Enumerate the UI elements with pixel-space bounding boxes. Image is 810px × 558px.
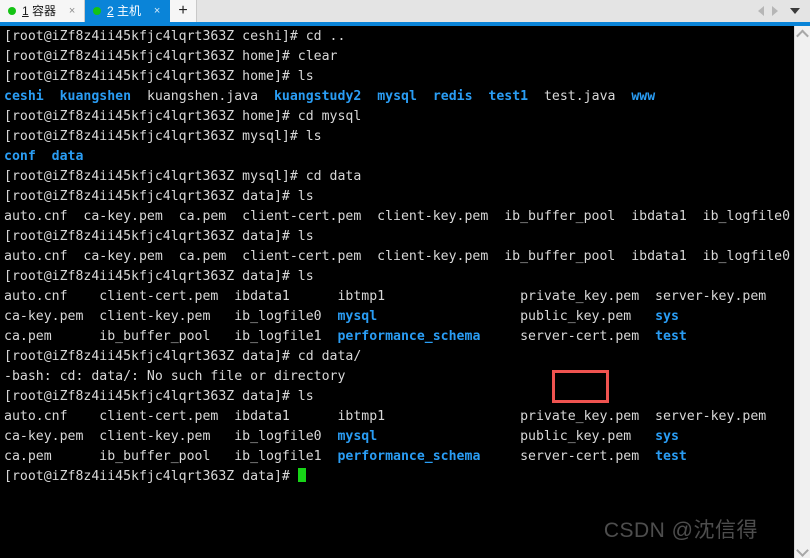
terminal-text: ca.pem ib_buffer_pool ib_logfile1 [4,329,338,344]
chevron-up-icon [796,29,809,42]
directory-entry: test1 [488,89,529,104]
tab-container[interactable]: 1 容器 × [0,0,86,22]
terminal-text: [root@iZf8z4ii45kfjc4lqrt363Z home]# cd … [4,109,362,124]
tab-label: 1 容器 [22,4,57,18]
terminal-line: auto.cnf ca-key.pem ca.pem client-cert.p… [4,247,794,267]
scroll-up-button[interactable] [795,26,810,42]
terminal-line: ca-key.pem client-key.pem ib_logfile0 my… [4,427,794,447]
terminal-line: ceshi kuangshen kuangshen.java kuangstud… [4,87,794,107]
directory-entry: test [655,449,687,464]
vertical-scrollbar[interactable] [794,26,810,558]
directory-entry: mysql [337,429,378,444]
directory-entry: kuangstudy2 [273,89,362,104]
terminal-text: [root@iZf8z4ii45kfjc4lqrt363Z home]# cle… [4,49,338,64]
terminal-text: auto.cnf ca-key.pem ca.pem client-cert.p… [4,249,791,264]
terminal-text: [root@iZf8z4ii45kfjc4lqrt363Z mysql]# ls [4,129,322,144]
terminal-text: test.java [528,89,632,104]
directory-entry: sys [655,309,679,324]
directory-entry: mysql [337,309,378,324]
directory-entry: www [631,89,656,104]
terminal-line: [root@iZf8z4ii45kfjc4lqrt363Z data]# ls [4,227,794,247]
terminal-text: auto.cnf ca-key.pem ca.pem client-cert.p… [4,209,791,224]
terminal-line: [root@iZf8z4ii45kfjc4lqrt363Z data]# ls [4,267,794,287]
terminal-lines: [root@iZf8z4ii45kfjc4lqrt363Z ceshi]# cd… [4,27,794,487]
terminal-line: [root@iZf8z4ii45kfjc4lqrt363Z home]# cle… [4,47,794,67]
terminal-text: ca-key.pem client-key.pem ib_logfile0 [4,309,338,324]
directory-entry: mysql [377,89,417,104]
terminal-line: ca.pem ib_buffer_pool ib_logfile1 perfor… [4,327,794,347]
tab-close-icon[interactable]: × [66,0,78,22]
terminal-text: auto.cnf client-cert.pem ibdata1 ibtmp1 … [4,409,767,424]
chevron-down-icon [796,543,809,557]
chevron-down-icon[interactable] [790,8,800,14]
terminal-text: [root@iZf8z4ii45kfjc4lqrt363Z mysql]# cd… [4,169,362,184]
tab-bar-spacer [197,0,754,22]
directory-entry: conf [4,149,36,164]
directory-entry: ceshi [4,89,44,104]
terminal-text: ca-key.pem client-key.pem ib_logfile0 [4,429,338,444]
terminal-text: [root@iZf8z4ii45kfjc4lqrt363Z data]# ls [4,269,314,284]
terminal-text: server-cert.pem [480,329,656,344]
tab-bar-controls [754,0,810,22]
terminal-text: [root@iZf8z4ii45kfjc4lqrt363Z data]# ls [4,189,314,204]
terminal-text: auto.cnf client-cert.pem ibdata1 ibtmp1 … [4,289,767,304]
tab-index: 2 [107,4,114,18]
terminal-line: [root@iZf8z4ii45kfjc4lqrt363Z ceshi]# cd… [4,27,794,47]
terminal-text: public_key.pem [377,429,656,444]
terminal-line: ca.pem ib_buffer_pool ib_logfile1 perfor… [4,447,794,467]
terminal-line: [root@iZf8z4ii45kfjc4lqrt363Z data]# [4,467,794,487]
terminal-line: -bash: cd: data/: No such file or direct… [4,367,794,387]
tab-bar: 1 容器 × 2 主机 × + [0,0,810,22]
terminal-line: [root@iZf8z4ii45kfjc4lqrt363Z home]# ls [4,67,794,87]
directory-entry: kuangshen [59,89,132,104]
directory-entry: redis [432,89,473,104]
tab-label: 2 主机 [107,4,142,18]
terminal-line: [root@iZf8z4ii45kfjc4lqrt363Z data]# ls [4,187,794,207]
terminal-text: [root@iZf8z4ii45kfjc4lqrt363Z data]# cd … [4,349,362,364]
watermark: CSDN @沈信得 [603,519,758,542]
terminal-text: [root@iZf8z4ii45kfjc4lqrt363Z ceshi]# cd… [4,29,346,44]
terminal-window: 1 容器 × 2 主机 × + [root@iZf8z4ii45kfjc4lqr… [0,0,810,558]
terminal-line: [root@iZf8z4ii45kfjc4lqrt363Z data]# cd … [4,347,794,367]
terminal-text: [root@iZf8z4ii45kfjc4lqrt363Z data]# ls [4,229,314,244]
directory-entry: performance_schema [337,449,481,464]
terminal-line: auto.cnf client-cert.pem ibdata1 ibtmp1 … [4,407,794,427]
terminal-text: -bash: cd: data/: No such file or direct… [4,369,346,384]
directory-entry: performance_schema [337,329,481,344]
terminal-line: ca-key.pem client-key.pem ib_logfile0 my… [4,307,794,327]
terminal-line: auto.cnf client-cert.pem ibdata1 ibtmp1 … [4,287,794,307]
scroll-down-button[interactable] [795,542,810,558]
triangle-right-icon[interactable] [772,6,778,16]
terminal-line: [root@iZf8z4ii45kfjc4lqrt363Z home]# cd … [4,107,794,127]
directory-entry: sys [655,429,679,444]
triangle-left-icon[interactable] [758,6,764,16]
tab-host[interactable]: 2 主机 × [85,0,171,22]
terminal-line: [root@iZf8z4ii45kfjc4lqrt363Z mysql]# ls [4,127,794,147]
terminal-text: [root@iZf8z4ii45kfjc4lqrt363Z data]# [4,469,298,484]
terminal-cursor [297,468,306,482]
terminal-text: ca.pem ib_buffer_pool ib_logfile1 [4,449,338,464]
tab-status-dot-icon [8,7,16,15]
terminal-text: kuangshen.java [131,89,274,104]
directory-entry: test [655,329,687,344]
tab-close-icon[interactable]: × [151,0,163,22]
terminal-output-pane[interactable]: [root@iZf8z4ii45kfjc4lqrt363Z ceshi]# cd… [0,26,794,558]
terminal-line: auto.cnf ca-key.pem ca.pem client-cert.p… [4,207,794,227]
tab-status-dot-icon [93,7,102,15]
terminal-line: conf data [4,147,794,167]
terminal-text: public_key.pem [377,309,656,324]
terminal-line: [root@iZf8z4ii45kfjc4lqrt363Z data]# ls [4,387,794,407]
terminal-text: [root@iZf8z4ii45kfjc4lqrt363Z home]# ls [4,69,314,84]
tab-index: 1 [22,4,29,18]
new-tab-button[interactable]: + [170,0,198,22]
directory-entry: data [51,149,84,164]
terminal-text: server-cert.pem [480,449,656,464]
terminal-line: [root@iZf8z4ii45kfjc4lqrt363Z mysql]# cd… [4,167,794,187]
terminal-text: [root@iZf8z4ii45kfjc4lqrt363Z data]# ls [4,389,314,404]
